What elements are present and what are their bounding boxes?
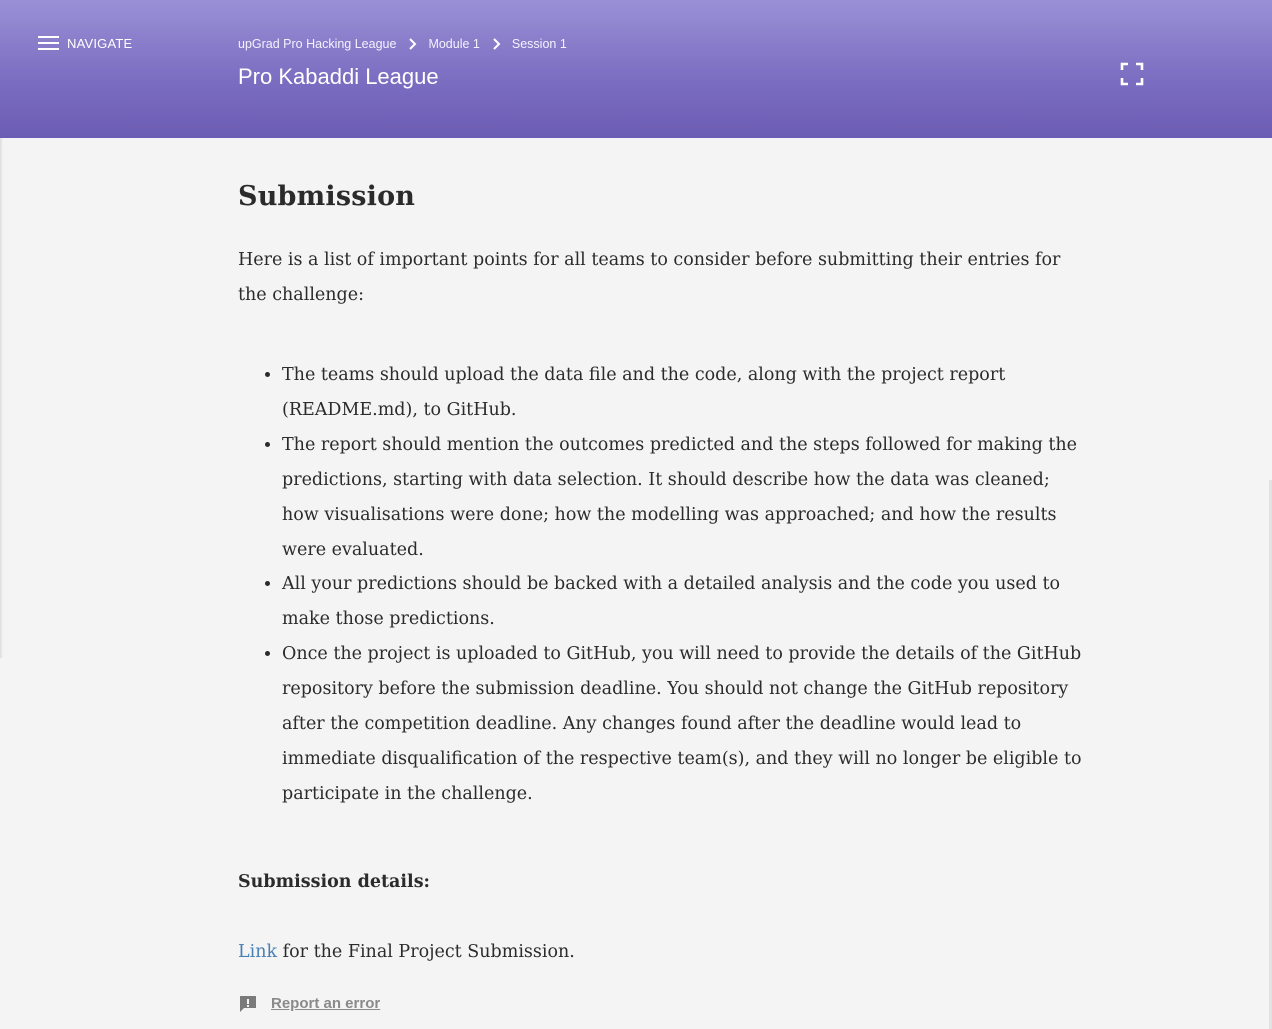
list-item: All your predictions should be backed wi… [282, 567, 1088, 637]
list-item: The report should mention the outcomes p… [282, 428, 1088, 568]
submission-link-line: Link for the Final Project Submission. [238, 935, 1088, 970]
top-header: NAVIGATE upGrad Pro Hacking League Modul… [0, 0, 1272, 138]
feedback-icon[interactable] [238, 994, 258, 1014]
breadcrumb-item-program[interactable]: upGrad Pro Hacking League [238, 37, 396, 51]
submission-points-list: The teams should upload the data file an… [238, 358, 1088, 812]
hamburger-icon[interactable] [38, 35, 59, 51]
submission-details-label: Submission details: [238, 871, 431, 892]
chevron-right-icon [493, 38, 501, 50]
chevron-right-icon [409, 38, 417, 50]
intro-paragraph: Here is a list of important points for a… [238, 250, 1061, 305]
list-item: The teams should upload the data file an… [282, 358, 1088, 428]
fullscreen-icon[interactable] [1120, 62, 1144, 86]
report-error-row[interactable]: Report an error [238, 994, 1088, 1014]
breadcrumb: upGrad Pro Hacking League Module 1 Sessi… [238, 37, 567, 51]
submission-link-suffix: for the Final Project Submission. [277, 941, 575, 962]
navigate-button[interactable]: NAVIGATE [38, 35, 132, 51]
article-content: Submission Here is a list of important p… [238, 175, 1088, 1014]
breadcrumb-item-module[interactable]: Module 1 [428, 37, 479, 51]
page-title: Pro Kabaddi League [238, 64, 439, 89]
submission-link[interactable]: Link [238, 942, 277, 962]
section-heading: Submission [238, 181, 416, 212]
list-item: Once the project is uploaded to GitHub, … [282, 637, 1088, 812]
navigate-label[interactable]: NAVIGATE [67, 36, 132, 51]
breadcrumb-item-session[interactable]: Session 1 [512, 37, 567, 51]
report-error-link[interactable]: Report an error [271, 995, 380, 1012]
left-panel-shadow [0, 138, 3, 658]
